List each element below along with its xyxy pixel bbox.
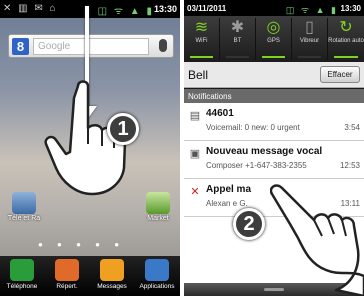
step-badge: 2	[233, 208, 265, 240]
voicemail-icon: ▤	[189, 110, 201, 122]
toggle-indicator	[334, 56, 358, 58]
google-search-widget[interactable]: 8 Google	[8, 34, 174, 58]
contacts-icon	[55, 259, 79, 281]
toggle-label: BT	[233, 38, 242, 44]
status-icons: ◫ ᯤ ▲ ▮	[285, 5, 338, 15]
missed-call-icon: ✕	[190, 186, 200, 198]
toggle-indicator	[190, 56, 213, 58]
app-dock: Téléphone Répert. Messages Applications	[0, 256, 180, 296]
dock-label: Applications	[139, 283, 175, 290]
toggle-indicator	[298, 56, 321, 58]
quick-settings-toggles: ≋ WiFi ✱ BT ◎ GPS ▯ Vibreur ↻ Rotation a…	[184, 16, 364, 62]
notification-item[interactable]: ▣ Nouveau message vocal Composer +1-647-…	[184, 141, 364, 179]
app-label: Market	[147, 215, 169, 222]
vibrate-icon: ▯	[305, 19, 314, 36]
app-label: Télé et Ra	[7, 215, 41, 222]
status-date: 03/11/2011	[187, 4, 227, 13]
messages-icon	[100, 259, 124, 281]
toggle-vibrate[interactable]: ▯ Vibreur	[292, 18, 328, 60]
google-logo-icon[interactable]: 8	[12, 38, 29, 55]
toggle-indicator	[226, 56, 249, 58]
toggle-auto-rotation[interactable]: ↻ Rotation auto	[328, 18, 364, 60]
bluetooth-icon: ✱	[230, 19, 245, 36]
notification-item[interactable]: ▤ 44601 Voicemail: 0 new: 0 urgent 3:54	[184, 103, 364, 141]
toggle-indicator	[262, 56, 285, 58]
toggle-bluetooth[interactable]: ✱ BT	[220, 18, 256, 60]
dock-label: Répert.	[56, 283, 78, 290]
dock-messages[interactable]: Messages	[90, 259, 134, 290]
status-icons: ◫ ᯤ ▲ ▮	[97, 6, 154, 17]
notification-title: Appel ma	[206, 184, 252, 195]
home-app-row: Télé et Ra Market	[0, 192, 180, 232]
notification-time: 3:54	[344, 123, 360, 132]
notification-icons: ✕ ▥ ✉ ⌂	[3, 3, 58, 14]
gps-icon: ◎	[266, 19, 281, 36]
dock-phone[interactable]: Téléphone	[0, 259, 44, 290]
dock-label: Téléphone	[6, 283, 38, 290]
clock: 13:30	[153, 4, 177, 14]
notification-title: 44601	[206, 108, 234, 119]
page-indicator: ● ● ● ● ●	[38, 240, 126, 249]
wifi-icon: ≋	[194, 19, 209, 36]
toggle-label: Vibreur	[299, 38, 320, 44]
market-icon	[146, 192, 170, 214]
app-market[interactable]: Market	[136, 192, 180, 222]
voicemail-message-icon: ▣	[189, 148, 201, 160]
toggle-label: GPS	[267, 38, 280, 44]
rotation-icon: ↻	[339, 19, 353, 36]
home-screen: ✕ ▥ ✉ ⌂ ◫ ᯤ ▲ ▮ 13:30 8 Google Télé et R…	[0, 0, 180, 296]
toggle-wifi[interactable]: ≋ WiFi	[184, 18, 220, 60]
notification-time: 12:53	[339, 161, 360, 170]
dock-contacts[interactable]: Répert.	[45, 259, 89, 290]
toggle-gps[interactable]: ◎ GPS	[256, 18, 292, 60]
status-bar[interactable]: ✕ ▥ ✉ ⌂ ◫ ᯤ ▲ ▮ 13:30	[0, 0, 180, 18]
tv-radio-icon	[12, 192, 36, 214]
notification-subtitle: Voicemail: 0 new: 0 urgent	[206, 123, 300, 132]
notifications-header: Notifications	[184, 89, 364, 103]
status-bar: 03/11/2011 ◫ ᯤ ▲ ▮ 13:30	[184, 0, 364, 16]
applications-grid-icon	[145, 259, 169, 281]
clock: 13:30	[340, 4, 361, 13]
carrier-name: Bell	[188, 68, 209, 82]
microphone-icon[interactable]	[159, 39, 167, 52]
notification-title: Nouveau message vocal	[206, 146, 323, 157]
pointing-hand-icon	[270, 184, 364, 296]
dock-label: Messages	[97, 283, 127, 290]
clear-button[interactable]: Effacer	[320, 66, 360, 83]
carrier-row: Bell Effacer	[184, 62, 364, 88]
dock-applications[interactable]: Applications	[135, 259, 179, 290]
toggle-label: WiFi	[195, 38, 208, 44]
notification-subtitle: Composer +1-647-383-2355	[206, 161, 307, 170]
search-input[interactable]: Google	[33, 38, 149, 55]
step-badge: 1	[107, 113, 139, 145]
notification-subtitle: Alexan e G.	[206, 199, 248, 208]
phone-icon	[10, 259, 34, 281]
toggle-label: Rotation auto	[328, 38, 364, 44]
